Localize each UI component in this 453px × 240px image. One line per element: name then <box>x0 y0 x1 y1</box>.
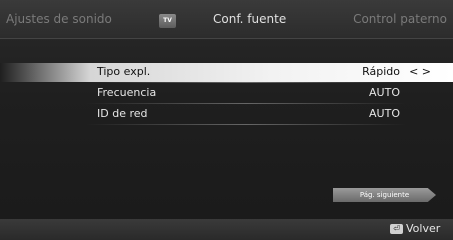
row-label: Tipo expl. <box>97 65 151 78</box>
row-divider <box>86 82 406 83</box>
bottom-bar: ⏎ Volver <box>0 219 453 240</box>
row-label: ID de red <box>97 107 148 120</box>
menu-tab-bar: Ajustes de sonido TV Conf. fuente Contro… <box>0 0 453 39</box>
tv-menu-screen: Ajustes de sonido TV Conf. fuente Contro… <box>0 0 453 240</box>
row-value: Rápido <box>362 65 400 78</box>
tv-icon: TV <box>159 14 176 28</box>
next-page-button[interactable]: Pág. siguiente <box>333 188 436 202</box>
row-value: AUTO <box>369 86 400 99</box>
tab-source-settings[interactable]: Conf. fuente <box>213 12 286 26</box>
left-right-arrows-icon[interactable]: < > <box>409 65 431 78</box>
row-value: AUTO <box>369 107 400 120</box>
row-divider <box>86 103 406 104</box>
tab-sound-settings[interactable]: Ajustes de sonido <box>6 12 112 26</box>
row-frequency[interactable]: Frecuencia AUTO <box>0 84 453 103</box>
row-scan-type[interactable]: Tipo expl. Rápido < > <box>0 63 453 82</box>
return-icon: ⏎ <box>390 224 403 234</box>
back-button[interactable]: Volver <box>406 222 440 235</box>
row-label: Frecuencia <box>97 86 157 99</box>
row-divider <box>86 124 406 125</box>
row-network-id[interactable]: ID de red AUTO <box>0 105 453 124</box>
tab-parental-control[interactable]: Control paterno <box>353 12 447 26</box>
